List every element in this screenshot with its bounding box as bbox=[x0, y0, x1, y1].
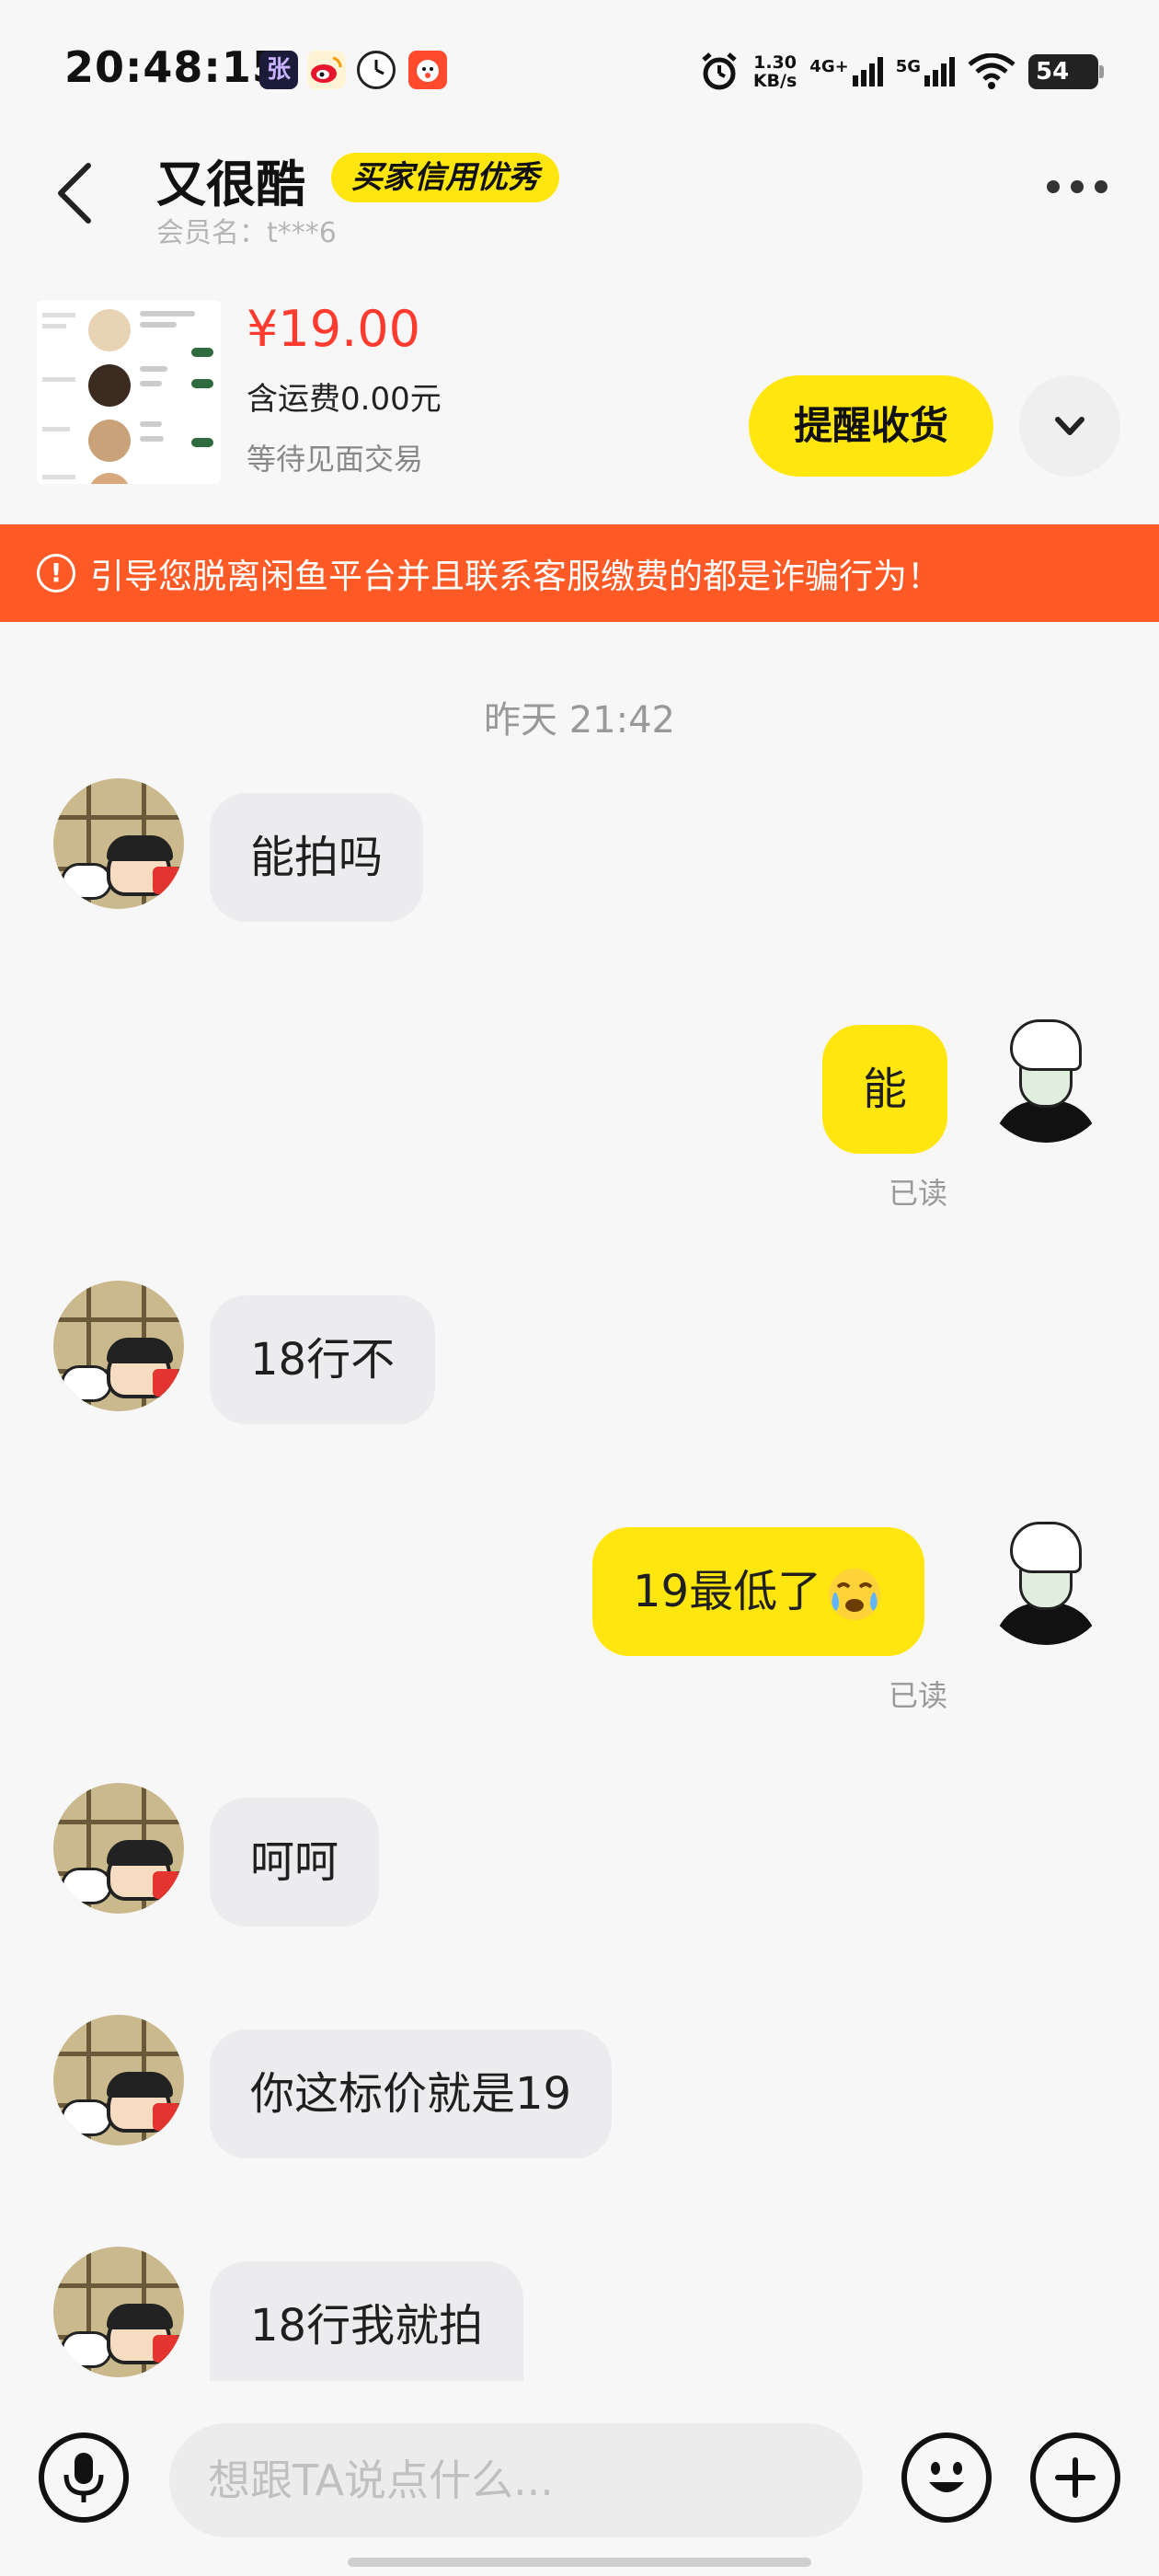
input-bar bbox=[0, 2392, 1159, 2576]
dot-icon bbox=[1071, 180, 1084, 193]
my-avatar[interactable] bbox=[981, 1012, 1111, 1143]
shipping-fee: 含运费0.00元 bbox=[247, 381, 442, 418]
message-bubble-incoming[interactable]: 18行不 bbox=[210, 1295, 436, 1424]
message-bubble-outgoing[interactable]: 能 bbox=[822, 1025, 948, 1154]
plus-icon bbox=[1055, 2457, 1096, 2498]
warning-text: 引导您脱离闲鱼平台并且联系客服缴费的都是诈骗行为！ bbox=[90, 557, 941, 596]
time-divider: 昨天 21:42 bbox=[484, 699, 675, 742]
read-receipt: 已读 bbox=[889, 1176, 948, 1211]
microphone-icon bbox=[63, 2453, 104, 2502]
network-speed: 1.30 KB/s bbox=[753, 53, 797, 90]
weibo-icon bbox=[307, 51, 346, 89]
system-icons: 1.30 KB/s 4G+ 5G 54 bbox=[698, 46, 1104, 98]
network-type-1: 4G+ bbox=[809, 57, 849, 76]
message-text: 19最低了 bbox=[633, 1566, 822, 1617]
buyer-avatar[interactable] bbox=[53, 1281, 184, 1411]
product-thumbnail[interactable] bbox=[37, 300, 221, 484]
status-time: 20:48:15 bbox=[64, 42, 282, 92]
signal-icon: 4G+ bbox=[809, 57, 883, 86]
expand-button[interactable] bbox=[1019, 375, 1120, 477]
network-type-2: 5G bbox=[895, 57, 921, 76]
battery-icon: 54 bbox=[1028, 54, 1104, 89]
chevron-down-icon bbox=[1055, 417, 1084, 435]
fraud-warning-banner: ! 引导您脱离闲鱼平台并且联系客服缴费的都是诈骗行为！ bbox=[0, 524, 1159, 622]
clock-app-icon bbox=[357, 51, 396, 89]
voice-button[interactable] bbox=[39, 2432, 129, 2523]
signal-icon-2: 5G bbox=[896, 57, 955, 86]
zhang-app-icon: 张 bbox=[259, 51, 298, 89]
credit-badge[interactable]: 买家信用优秀 bbox=[331, 153, 559, 202]
warning-icon: ! bbox=[37, 554, 75, 592]
chevron-left-icon bbox=[58, 163, 91, 224]
product-price: ¥19.00 bbox=[247, 300, 420, 358]
crying-face-emoji bbox=[829, 1569, 881, 1620]
contact-name: 又很酷 bbox=[156, 155, 305, 213]
emoji-button[interactable] bbox=[901, 2432, 992, 2523]
remind-receive-button[interactable]: 提醒收货 bbox=[749, 375, 993, 477]
back-button[interactable] bbox=[52, 156, 107, 230]
buyer-avatar[interactable] bbox=[53, 778, 184, 909]
buyer-avatar[interactable] bbox=[53, 2015, 184, 2145]
message-bubble-outgoing[interactable]: 19最低了 bbox=[592, 1527, 925, 1656]
alarm-icon bbox=[702, 52, 737, 90]
message-bubble-incoming[interactable]: 能拍吗 bbox=[210, 793, 424, 922]
more-options-button[interactable] bbox=[1047, 180, 1107, 193]
dot-icon bbox=[1095, 180, 1107, 193]
home-indicator[interactable] bbox=[348, 2558, 811, 2567]
smiley-icon bbox=[929, 2462, 964, 2492]
message-input[interactable] bbox=[169, 2423, 863, 2537]
buyer-avatar[interactable] bbox=[53, 1783, 184, 1914]
speed-unit: KB/s bbox=[752, 71, 798, 91]
message-bubble-incoming[interactable]: 你这标价就是19 bbox=[210, 2030, 613, 2158]
buyer-avatar[interactable] bbox=[53, 2247, 184, 2377]
wifi-icon bbox=[968, 53, 1016, 89]
dot-icon bbox=[1047, 180, 1060, 193]
add-more-button[interactable] bbox=[1030, 2432, 1120, 2523]
message-bubble-incoming[interactable]: 呵呵 bbox=[210, 1798, 380, 1926]
pinduoduo-icon bbox=[408, 51, 447, 89]
my-avatar[interactable] bbox=[981, 1514, 1111, 1645]
message-bubble-incoming[interactable]: 18行我就拍 bbox=[210, 2261, 524, 2381]
read-receipt: 已读 bbox=[889, 1678, 948, 1713]
speed-value: 1.30 bbox=[753, 52, 797, 73]
status-bar: 20:48:15 张 1.30 KB/s 4G+ 5G 54 bbox=[0, 0, 1159, 138]
member-name: 会员名：t***6 bbox=[156, 217, 337, 249]
deal-status: 等待见面交易 bbox=[247, 442, 424, 477]
